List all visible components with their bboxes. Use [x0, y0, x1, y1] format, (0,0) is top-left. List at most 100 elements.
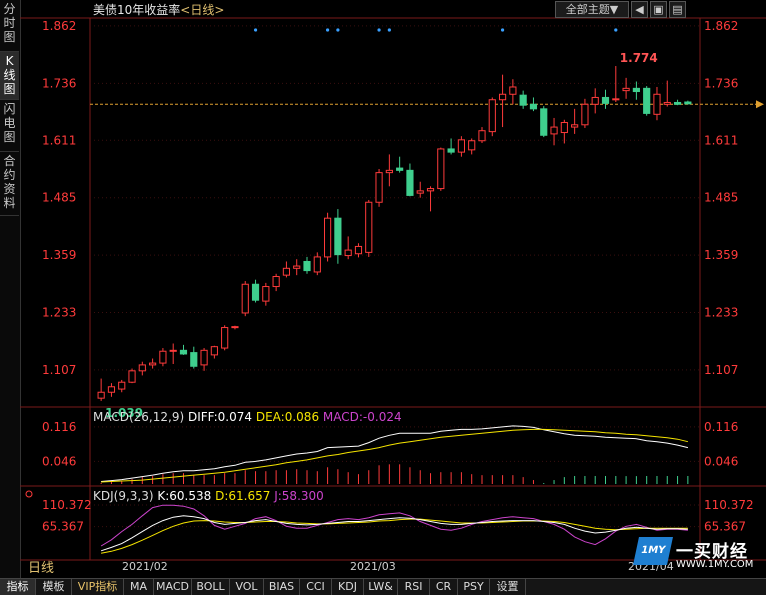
- macd-axis-tick-left: 0.046: [42, 454, 76, 468]
- chart-title-bar: 美债10年收益率<日线>: [93, 1, 224, 18]
- price-axis-tick-left: 1.485: [42, 191, 76, 205]
- price-axis-tick-left: 1.233: [42, 306, 76, 320]
- price-axis-tick-right: 1.485: [704, 191, 738, 205]
- candle-body: [200, 349, 208, 366]
- tab-rsi[interactable]: RSI: [398, 579, 430, 595]
- candle-body: [385, 169, 393, 174]
- price-axis-tick-left: 1.611: [42, 133, 76, 147]
- event-marker-icon: [500, 28, 505, 32]
- macd-params: MACD(26,12,9): [93, 410, 185, 424]
- event-marker-icon: [253, 28, 258, 32]
- price-axis-tick-right: 1.611: [704, 133, 738, 147]
- kdj-axis-tick-left: 110.372: [42, 498, 92, 512]
- candle-body: [643, 87, 651, 114]
- candle-body: [447, 148, 455, 153]
- tab-boll[interactable]: BOLL: [192, 579, 230, 595]
- candle-body: [529, 103, 538, 110]
- candle-body: [591, 96, 599, 105]
- event-marker-icon: [336, 28, 340, 32]
- candle-body: [581, 103, 589, 126]
- last-price-arrow-icon: [756, 100, 764, 109]
- period-indicator[interactable]: <日线>: [180, 3, 224, 17]
- candle-body: [632, 87, 640, 93]
- price-axis-tick-right: 1.862: [704, 19, 738, 33]
- tab-psy[interactable]: PSY: [458, 579, 490, 595]
- tab-vol[interactable]: VOL: [230, 579, 264, 595]
- kdj-j-line: [100, 504, 688, 547]
- kdj-params: KDJ(9,3,3): [93, 489, 154, 503]
- indicator-settings-icon: [25, 490, 33, 498]
- macd-axis-tick-right: 0.046: [704, 454, 738, 468]
- kdj-legend: KDJ(9,3,3) K:60.538 D:61.657 J:58.300: [93, 489, 324, 503]
- candle-body: [396, 167, 404, 171]
- chart-title: 美债10年收益率: [93, 3, 181, 17]
- candle-body: [571, 124, 579, 128]
- candle-body: [107, 386, 116, 393]
- candle-body: [221, 327, 229, 349]
- event-marker-icon: [325, 28, 330, 32]
- candle-body: [375, 172, 383, 203]
- tab-indicator[interactable]: 指标: [0, 579, 36, 595]
- event-marker-icon: [614, 28, 618, 32]
- event-marker-icon: [377, 28, 381, 32]
- candle-body: [488, 99, 496, 133]
- period-selector[interactable]: 日线: [28, 561, 76, 577]
- kdj-axis-tick-right: 65.367: [704, 520, 746, 534]
- candle-body: [344, 249, 352, 257]
- candle-body: [437, 148, 445, 190]
- prev-icon[interactable]: ◀: [631, 1, 648, 18]
- candle-body: [478, 130, 486, 142]
- tab-bias[interactable]: BIAS: [264, 579, 300, 595]
- candle-body: [622, 87, 630, 92]
- candle-body: [190, 352, 198, 367]
- kdj-j-value: J:58.300: [274, 489, 324, 503]
- price-axis-tick-left: 1.359: [42, 248, 76, 262]
- window-icon[interactable]: ▣: [650, 1, 667, 18]
- candle-body: [313, 256, 321, 273]
- candle-body: [118, 381, 126, 390]
- candle-body: [354, 245, 363, 255]
- tab-cr[interactable]: CR: [430, 579, 458, 595]
- x-axis-label-mar: 2021/03: [350, 560, 396, 573]
- candle-body: [416, 190, 424, 194]
- candle-body: [540, 108, 548, 136]
- tab-settings[interactable]: 设置: [490, 579, 526, 595]
- candle-body: [128, 370, 136, 383]
- price-axis-tick-left: 1.107: [42, 363, 76, 377]
- tab-kdj[interactable]: KDJ: [332, 579, 364, 595]
- candle-body: [365, 201, 373, 253]
- tab-cci[interactable]: CCI: [300, 579, 332, 595]
- candle-body: [138, 364, 146, 372]
- theme-select-button[interactable]: 全部主题▼: [555, 1, 629, 18]
- candle-body: [231, 326, 239, 329]
- candle-body: [159, 350, 167, 364]
- candle-body: [673, 101, 682, 105]
- kdj-d-value: D:61.657: [215, 489, 271, 503]
- kdj-k-value: K:60.538: [157, 489, 212, 503]
- kdj-axis-tick-left: 65.367: [42, 520, 84, 534]
- brand-logo: 1MY 一买财经 WWW.1MY.COM: [633, 537, 754, 575]
- tab-lw[interactable]: LW&: [364, 579, 398, 595]
- candle-body: [612, 98, 620, 101]
- candle-body: [303, 260, 311, 272]
- macd-axis-tick-left: 0.116: [42, 420, 76, 434]
- tab-template[interactable]: 模板: [36, 579, 72, 595]
- candle-body: [560, 122, 568, 134]
- logo-url: WWW.1MY.COM: [676, 559, 754, 570]
- candle-body: [498, 93, 507, 101]
- kdj-k-line: [100, 515, 688, 552]
- layout-icon[interactable]: ▤: [669, 1, 686, 18]
- price-axis-tick-right: 1.233: [704, 306, 738, 320]
- candle-body: [262, 286, 270, 302]
- candle-body: [601, 96, 610, 104]
- macd-dif-line: [101, 425, 689, 482]
- candle-body: [663, 101, 671, 105]
- price-axis-tick-right: 1.107: [704, 363, 738, 377]
- tab-vip-indicator[interactable]: VIP指标: [72, 579, 124, 595]
- candle-body: [210, 346, 218, 356]
- tab-macd[interactable]: MACD: [154, 579, 192, 595]
- candle-body: [241, 283, 249, 314]
- tab-ma[interactable]: MA: [124, 579, 154, 595]
- macd-value: MACD:-0.024: [322, 410, 402, 424]
- candle-body: [179, 349, 188, 355]
